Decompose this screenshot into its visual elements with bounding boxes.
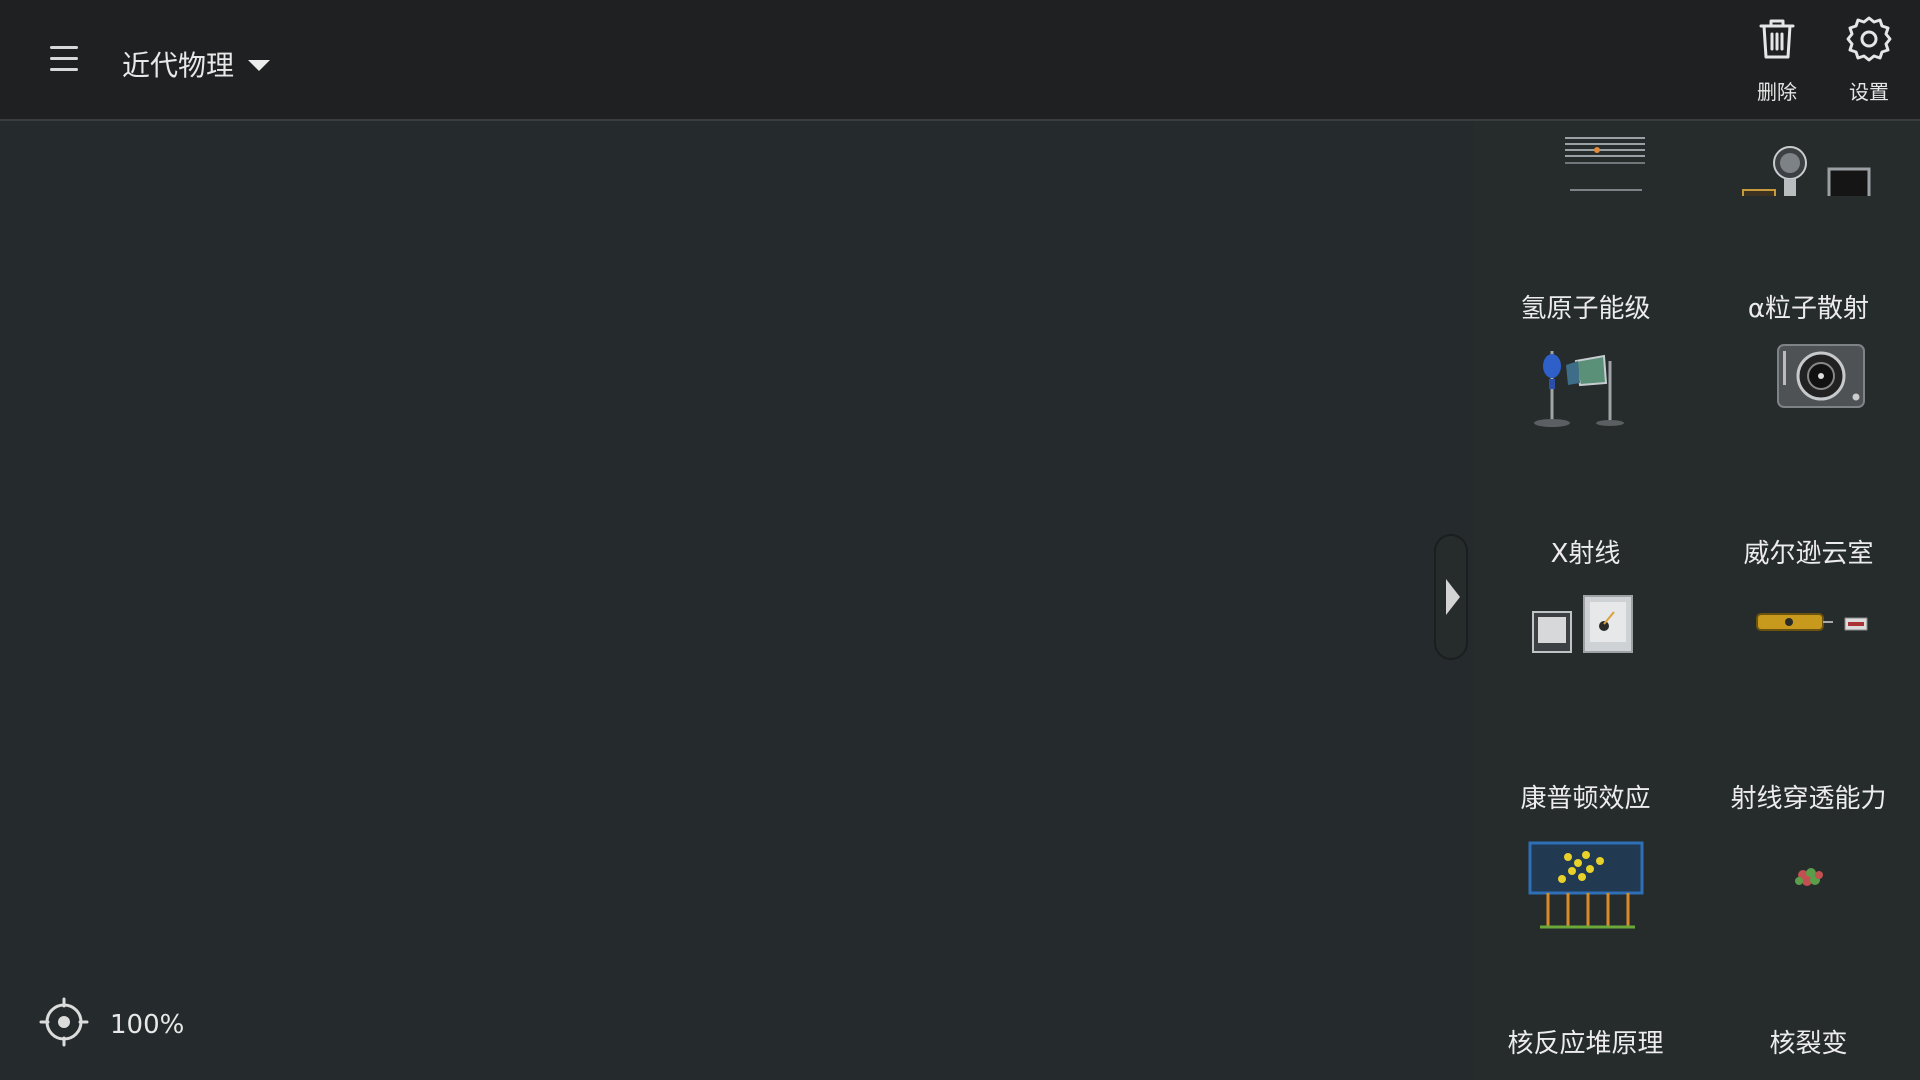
cloud-chamber-icon <box>1733 311 1883 441</box>
experiment-label: 核裂变 <box>1769 1029 1848 1059</box>
experiment-card-hydrogen[interactable]: 氢原子能级 <box>1474 121 1697 324</box>
nuclear-reactor-icon <box>1510 801 1660 931</box>
compton-effect-icon <box>1510 556 1660 686</box>
experiment-card-cloud-chamber[interactable]: 威尔逊云室 <box>1697 311 1920 569</box>
delete-button[interactable]: 删除 <box>1737 14 1817 114</box>
settings-button[interactable]: 设置 <box>1829 14 1909 114</box>
canvas-workspace[interactable] <box>0 121 1474 1080</box>
category-dropdown[interactable]: 近代物理 <box>122 44 271 84</box>
experiment-label: 核反应堆原理 <box>1507 1029 1664 1059</box>
caret-down-icon <box>248 59 271 71</box>
panel-collapse-handle[interactable] <box>1434 534 1468 660</box>
alpha-scattering-icon <box>1733 121 1883 196</box>
experiment-card-penetration[interactable]: 射线穿透能力 <box>1697 556 1920 814</box>
locate-center-button[interactable] <box>38 996 90 1048</box>
experiment-card-alpha[interactable]: α粒子散射 <box>1697 121 1920 324</box>
category-label: 近代物理 <box>122 49 235 82</box>
trash-icon <box>1759 19 1795 59</box>
top-bar: 近代物理 删除 设置 <box>0 0 1920 121</box>
hamburger-menu-icon[interactable] <box>44 38 84 78</box>
experiment-card-xray[interactable]: X射线 <box>1474 311 1697 569</box>
hydrogen-energy-levels-icon <box>1510 121 1660 196</box>
ray-penetration-icon <box>1733 556 1883 686</box>
crosshair-icon <box>39 997 89 1047</box>
experiment-card-compton[interactable]: 康普顿效应 <box>1474 556 1697 814</box>
delete-label: 删除 <box>1757 80 1797 104</box>
nuclear-fission-icon <box>1733 801 1883 931</box>
xray-apparatus-icon <box>1510 311 1660 441</box>
experiment-card-reactor[interactable]: 核反应堆原理 <box>1474 801 1697 1059</box>
settings-label: 设置 <box>1849 80 1889 104</box>
chevron-right-icon <box>1446 579 1460 615</box>
experiment-card-fission[interactable]: 核裂变 <box>1697 801 1920 1059</box>
zoom-level: 100% <box>110 1010 185 1040</box>
gear-icon <box>1846 16 1892 62</box>
experiment-panel[interactable]: 氢原子能级 α粒子散射 X射线 威尔逊云室 康普顿效应 射线穿透能力 核反应堆原… <box>1474 121 1920 1080</box>
